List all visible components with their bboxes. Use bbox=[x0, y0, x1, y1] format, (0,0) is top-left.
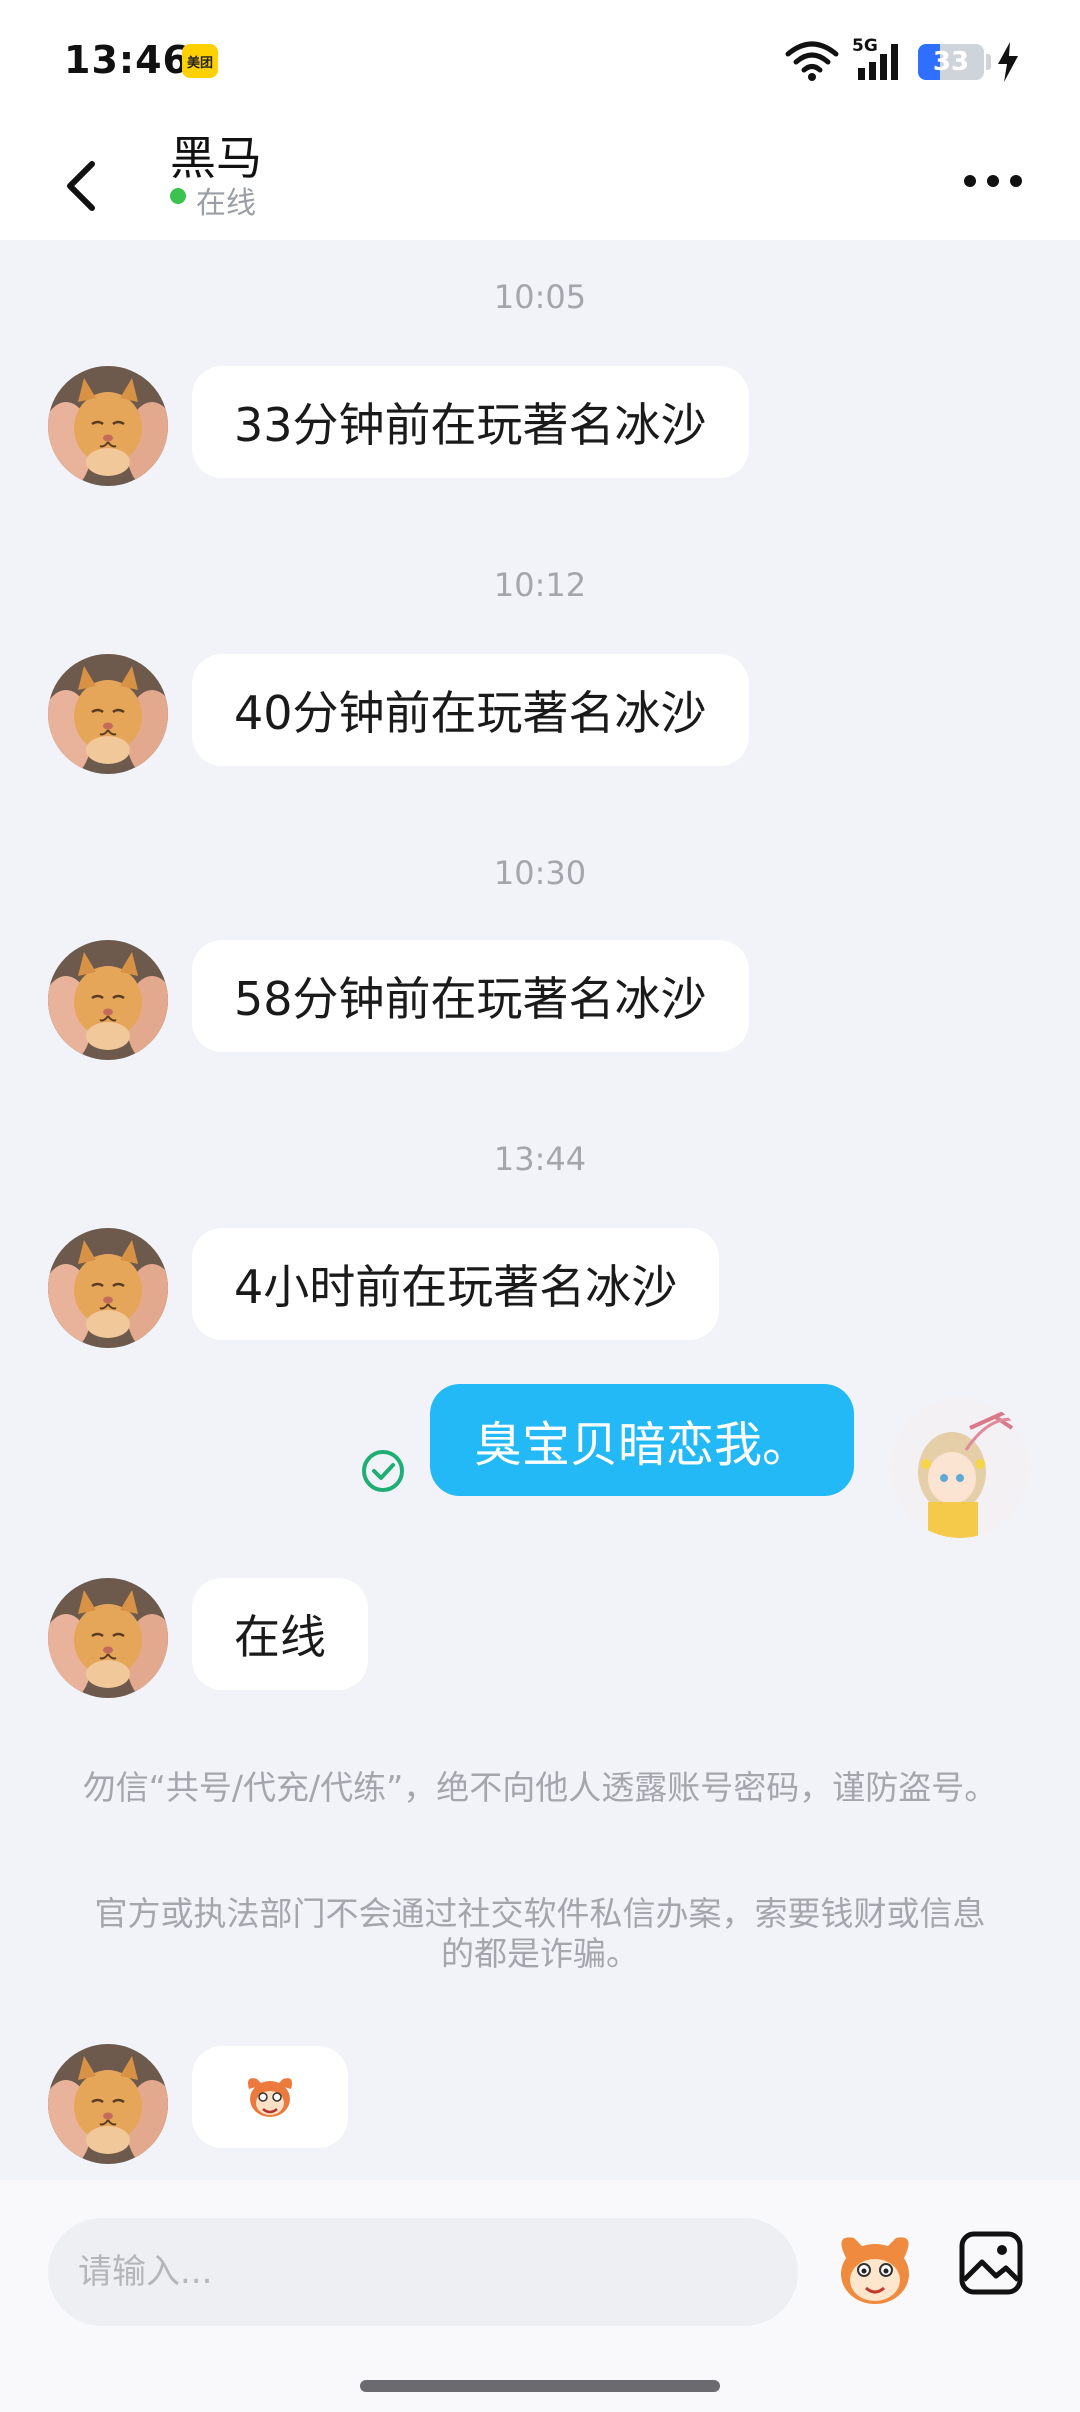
contact-avatar[interactable] bbox=[48, 1228, 168, 1348]
my-avatar[interactable] bbox=[890, 1398, 1030, 1538]
sticker-message-bubble[interactable] bbox=[192, 2046, 348, 2148]
online-status-dot bbox=[170, 188, 186, 204]
meituan-app-icon: 美团 bbox=[182, 44, 218, 78]
read-receipt-check-icon bbox=[362, 1450, 404, 1492]
contact-avatar[interactable] bbox=[48, 366, 168, 486]
contact-avatar[interactable] bbox=[48, 1578, 168, 1698]
message-timestamp: 10:30 bbox=[493, 854, 587, 892]
message-input-bar bbox=[0, 2180, 1080, 2412]
image-picker-icon[interactable] bbox=[956, 2228, 1026, 2298]
status-time: 13:46 bbox=[64, 38, 190, 82]
contact-avatar[interactable] bbox=[48, 940, 168, 1060]
battery-indicator: 33 bbox=[918, 44, 984, 80]
wifi-icon bbox=[785, 41, 839, 81]
chat-screen: 13:46 美团 5G 33 黑马 在线 10:05 33分钟前在玩著名冰沙 1… bbox=[0, 0, 1080, 2412]
message-timestamp: 13:44 bbox=[493, 1140, 587, 1178]
back-arrow-icon[interactable] bbox=[56, 138, 108, 234]
contact-avatar[interactable] bbox=[48, 654, 168, 774]
status-bar: 13:46 美团 5G 33 bbox=[0, 0, 1080, 120]
battery-text: 33 bbox=[932, 47, 970, 77]
incoming-message-bubble[interactable]: 在线 bbox=[192, 1578, 368, 1690]
incoming-message-bubble[interactable]: 4小时前在玩著名冰沙 bbox=[192, 1228, 720, 1340]
incoming-message-bubble[interactable]: 58分钟前在玩著名冰沙 bbox=[192, 940, 749, 1052]
sticker-mascot-icon[interactable] bbox=[830, 2224, 920, 2314]
security-notice-fraud: 官方或执法部门不会通过社交软件私信办案，索要钱财或信息的都是诈骗。 bbox=[94, 1894, 986, 1973]
more-options-icon[interactable] bbox=[960, 156, 1026, 206]
chat-header: 黑马 在线 bbox=[0, 120, 1080, 240]
outgoing-message-bubble[interactable]: 臭宝贝暗恋我。 bbox=[430, 1384, 855, 1496]
message-timestamp: 10:12 bbox=[493, 566, 587, 604]
online-status-label: 在线 bbox=[196, 186, 256, 221]
battery-tip bbox=[986, 54, 991, 70]
home-indicator[interactable] bbox=[360, 2380, 720, 2392]
incoming-message-bubble[interactable]: 33分钟前在玩著名冰沙 bbox=[192, 366, 749, 478]
mascot-sticker-icon bbox=[248, 2078, 292, 2117]
security-notice-account: 勿信“共号/代充/代练”，绝不向他人透露账号密码，谨防盗号。 bbox=[82, 1768, 998, 1807]
contact-avatar[interactable] bbox=[48, 2044, 168, 2164]
incoming-message-bubble[interactable]: 40分钟前在玩著名冰沙 bbox=[192, 654, 749, 766]
charging-icon bbox=[998, 42, 1018, 82]
signal-icon bbox=[858, 44, 898, 80]
message-timestamp: 10:05 bbox=[493, 278, 587, 316]
message-input[interactable] bbox=[48, 2218, 798, 2326]
